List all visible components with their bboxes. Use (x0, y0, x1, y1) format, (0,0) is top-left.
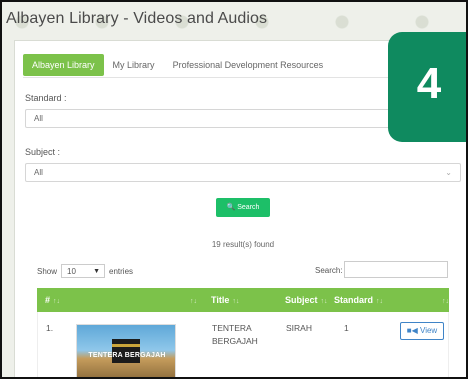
row-standard: 1 (344, 323, 349, 333)
results-count: 19 result(s) found (211, 240, 275, 249)
app-frame: Albayen Library - Videos and Audios Alba… (0, 0, 468, 379)
chevron-down-icon: ▼ (93, 268, 101, 275)
video-thumbnail[interactable]: TENTERA BERGAJAH (76, 324, 176, 377)
standard-label: Standard : (25, 93, 67, 103)
entries-select-value: 10 (67, 267, 76, 276)
view-button-label: View (420, 326, 438, 335)
kaaba-band (112, 344, 140, 347)
table-search-input[interactable] (344, 261, 448, 278)
tab-bar: Albayen Library My Library Professional … (23, 54, 332, 76)
step-number-badge: 4 (388, 32, 466, 142)
tabs-divider (23, 77, 429, 78)
entries-select[interactable]: 10 ▼ (61, 264, 106, 278)
subject-label: Subject : (25, 147, 61, 157)
row-title: TENTERA BERGAJAH (212, 323, 258, 346)
thumbnail-title: TENTERA BERGAJAH (88, 352, 166, 359)
sort-icon[interactable]: ↑↓ (439, 288, 449, 312)
sort-icon: ↑↓ (376, 298, 384, 305)
search-button-label: Search (237, 204, 260, 211)
entries-control: Show 10 ▼ entries (37, 264, 133, 278)
table-row: 1. TENTERA BERGAJAH TENTERA BERGAJAH SIR… (37, 312, 449, 377)
sort-icon[interactable]: ↑↓ (187, 288, 197, 312)
video-camera-icon: ■◀ (406, 326, 418, 335)
view-button[interactable]: ■◀ View (400, 322, 444, 340)
column-header-number[interactable]: # ↑↓ (45, 288, 60, 312)
search-icon: 🔍 (226, 204, 236, 211)
column-header-subject[interactable]: Subject ↑↓ (285, 288, 328, 312)
sort-icon: ↑↓ (320, 298, 328, 305)
table-search-label: Search: (315, 266, 343, 275)
chevron-down-icon: ⌄ (445, 168, 452, 177)
subject-select[interactable]: All ⌄ (25, 163, 461, 182)
row-number: 1. (46, 323, 54, 333)
column-header-standard[interactable]: Standard ↑↓ (334, 288, 383, 312)
row-subject: SIRAH (286, 323, 312, 333)
page-title: Albayen Library - Videos and Audios (6, 10, 268, 27)
kaaba-shape (112, 339, 140, 363)
column-header-title[interactable]: Title ↑↓ (211, 288, 239, 312)
table-header: # ↑↓ ↑↓ Title ↑↓ Subject ↑↓ Standard ↑↓ ↑↓ (37, 288, 449, 312)
tab-albayen-library[interactable]: Albayen Library (23, 54, 104, 76)
show-label: Show (37, 266, 58, 276)
entries-label: entries (109, 266, 134, 276)
sort-icon: ↑↓ (232, 298, 240, 305)
tab-professional-development[interactable]: Professional Development Resources (164, 54, 333, 76)
tab-my-library[interactable]: My Library (104, 54, 164, 76)
subject-select-value: All (34, 168, 43, 177)
standard-select-value: All (34, 114, 43, 123)
search-button[interactable]: 🔍 Search (216, 198, 270, 217)
sort-icon: ↑↓ (53, 298, 61, 305)
